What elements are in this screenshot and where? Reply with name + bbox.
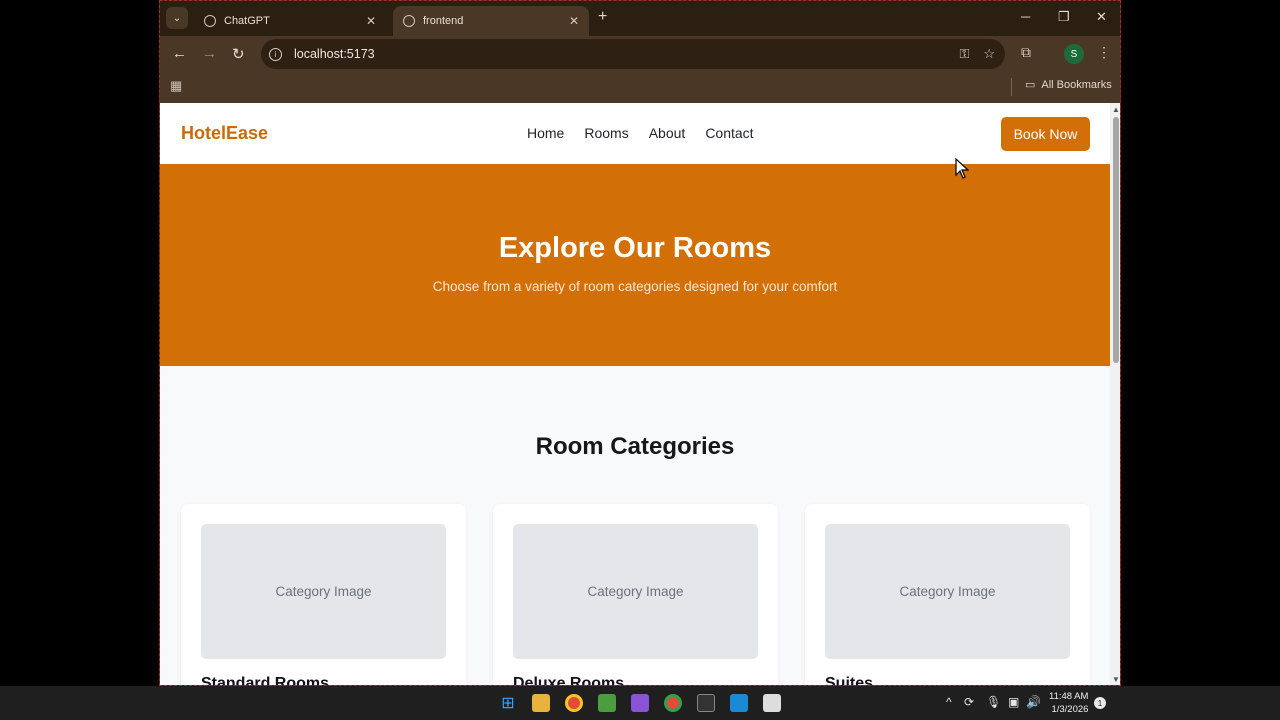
windows-start-icon[interactable]: ⊞: [499, 694, 517, 712]
windows-taskbar: ⊞ ^ ⟳ 🎙 ▣ 🔊 11:48 AM 1/3/2026 1: [0, 686, 1280, 720]
hero-section: Explore Our Rooms Choose from a variety …: [160, 164, 1110, 366]
profile-avatar[interactable]: S: [1064, 44, 1084, 64]
book-now-button[interactable]: Book Now: [1001, 117, 1090, 151]
category-image-placeholder: Category Image: [513, 524, 758, 659]
tab-title: frontend: [423, 15, 464, 27]
apps-grid-icon[interactable]: ▦: [170, 78, 182, 94]
extensions-puzzle-icon[interactable]: ⧉: [1021, 44, 1031, 61]
address-url[interactable]: localhost:5173: [294, 47, 375, 61]
page-viewport: HotelEase Home Rooms About Contact Book …: [160, 103, 1110, 686]
tab-frontend[interactable]: frontend ✕: [393, 6, 589, 36]
terminal-icon[interactable]: [697, 694, 715, 712]
nav-about[interactable]: About: [649, 125, 686, 141]
category-card-standard[interactable]: Category Image Standard Rooms: [181, 504, 466, 686]
all-bookmarks-button[interactable]: ▭ All Bookmarks: [1025, 78, 1112, 92]
app-icon[interactable]: [598, 694, 616, 712]
microphone-icon[interactable]: 🎙: [986, 695, 1001, 709]
vscode-icon[interactable]: [730, 694, 748, 712]
all-bookmarks-label: All Bookmarks: [1041, 78, 1112, 91]
new-tab-button[interactable]: +: [598, 8, 607, 26]
close-window-icon[interactable]: ✕: [1096, 9, 1107, 25]
chatgpt-favicon-icon: [204, 15, 216, 27]
bookmarks-bar: ▦ ▭ All Bookmarks: [160, 72, 1120, 103]
category-name: Deluxe Rooms: [513, 675, 625, 686]
password-key-icon[interactable]: ⚿: [959, 46, 969, 62]
category-card-suites[interactable]: Category Image Suites: [805, 504, 1090, 686]
scrollbar-thumb[interactable]: [1113, 117, 1119, 363]
tab-title: ChatGPT: [224, 15, 270, 27]
globe-favicon-icon: [403, 15, 415, 27]
category-name: Standard Rooms: [201, 675, 330, 686]
category-image-placeholder: Category Image: [201, 524, 446, 659]
bookmarks-divider: [1011, 78, 1012, 96]
sync-icon[interactable]: ⟳: [964, 695, 974, 709]
tab-strip: ⌄ ChatGPT ✕ frontend ✕ + ─ ❐ ✕: [160, 1, 1120, 36]
browser-menu-icon[interactable]: ⋮: [1097, 44, 1111, 61]
reload-icon[interactable]: ↻: [232, 45, 245, 63]
snipping-tool-icon[interactable]: [763, 694, 781, 712]
restore-icon[interactable]: ❐: [1058, 9, 1070, 25]
notification-badge[interactable]: 1: [1094, 697, 1106, 709]
system-clock[interactable]: 11:48 AM 1/3/2026: [1049, 690, 1088, 716]
category-name: Suites: [825, 675, 874, 686]
tab-close-icon[interactable]: ✕: [569, 14, 579, 28]
chrome-icon[interactable]: [565, 694, 583, 712]
tab-chatgpt[interactable]: ChatGPT ✕: [194, 6, 386, 36]
chrome-profile-icon[interactable]: [664, 694, 682, 712]
scroll-up-icon[interactable]: ▲: [1112, 105, 1120, 114]
page-scrollbar[interactable]: ▲ ▼: [1110, 103, 1120, 685]
nav-home[interactable]: Home: [527, 125, 564, 141]
visual-studio-icon[interactable]: [631, 694, 649, 712]
forward-arrow-icon[interactable]: →: [202, 45, 217, 62]
address-bar[interactable]: i localhost:5173 ⚿ ☆: [261, 39, 1005, 69]
site-info-icon[interactable]: i: [269, 47, 282, 61]
browser-window: ⌄ ChatGPT ✕ frontend ✕ + ─ ❐ ✕ ← → ↻ i l…: [159, 0, 1121, 686]
hero-subtitle: Choose from a variety of room categories…: [432, 279, 838, 294]
category-image-placeholder: Category Image: [825, 524, 1070, 659]
nav-rooms[interactable]: Rooms: [584, 125, 628, 141]
nav-contact[interactable]: Contact: [705, 125, 753, 141]
browser-toolbar: ← → ↻ i localhost:5173 ⚿ ☆ ⧉ S ⋮: [160, 36, 1120, 72]
site-navbar: HotelEase Home Rooms About Contact Book …: [160, 103, 1110, 164]
scroll-down-icon[interactable]: ▼: [1112, 675, 1120, 684]
folder-icon: ▭: [1025, 79, 1036, 91]
hero-title: Explore Our Rooms: [498, 232, 772, 264]
clock-time: 11:48 AM: [1049, 691, 1089, 702]
site-logo[interactable]: HotelEase: [181, 123, 268, 144]
mouse-cursor-icon: [955, 158, 969, 179]
file-explorer-icon[interactable]: [532, 694, 550, 712]
back-arrow-icon[interactable]: ←: [172, 45, 187, 62]
clock-date: 1/3/2026: [1051, 704, 1089, 715]
network-icon[interactable]: ▣: [1008, 695, 1019, 709]
tray-chevron-icon[interactable]: ^: [946, 695, 952, 709]
tab-close-icon[interactable]: ✕: [366, 14, 376, 28]
section-title: Room Categories: [535, 433, 735, 460]
volume-icon[interactable]: 🔊: [1026, 695, 1041, 709]
tab-search-dropdown[interactable]: ⌄: [166, 7, 188, 29]
minimize-icon[interactable]: ─: [1021, 9, 1030, 24]
bookmark-star-icon[interactable]: ☆: [983, 46, 995, 62]
site-menu: Home Rooms About Contact: [527, 125, 754, 141]
category-card-deluxe[interactable]: Category Image Deluxe Rooms: [493, 504, 778, 686]
